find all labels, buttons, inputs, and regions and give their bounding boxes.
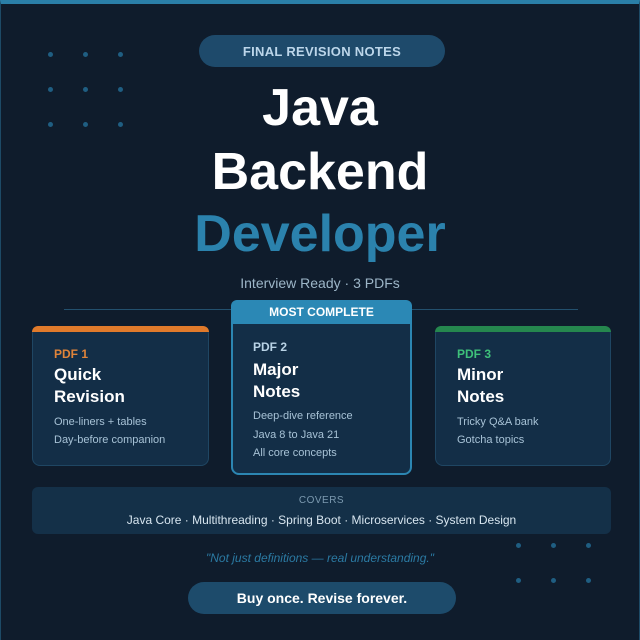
card-accent-bar	[32, 326, 209, 332]
covers-topics: Java Core · Multithreading · Spring Boot…	[126, 513, 517, 527]
card-description-line: All core concepts	[253, 447, 337, 459]
card-description-line: One-liners + tables	[54, 416, 147, 428]
card-description-line: Java 8 to Java 21	[253, 428, 340, 441]
card-title: Quick Revision	[54, 364, 125, 408]
title-line-java: Java	[262, 79, 378, 137]
dot	[516, 578, 521, 583]
subtitle: Interview Ready · 3 PDFs	[240, 275, 400, 291]
card-title: Major Notes	[253, 359, 300, 403]
card-title: Minor Notes	[457, 364, 504, 408]
revision-notes-tag: FINAL REVISION NOTES	[199, 35, 445, 67]
dot	[48, 52, 53, 57]
most-complete-badge: MOST COMPLETE	[231, 300, 412, 324]
card-title-line: Revision	[54, 387, 125, 406]
dot	[551, 578, 556, 583]
dot	[586, 543, 591, 548]
buy-button[interactable]: Buy once. Revise forever.	[188, 582, 456, 614]
card-description: One-liners + tables Day-before companion	[54, 413, 165, 449]
tagline-quote: "Not just definitions — real understandi…	[206, 551, 434, 565]
card-title-line: Quick	[54, 365, 102, 384]
card-pdf-label: PDF 3	[457, 347, 492, 361]
card-title-line: Minor	[457, 365, 504, 384]
card-pdf-1: PDF 1 Quick Revision One-liners + tables…	[32, 326, 209, 466]
card-title-line: Notes	[457, 387, 505, 406]
dot	[118, 52, 123, 57]
card-description: Deep-dive reference Java 8 to Java 21 Al…	[253, 407, 353, 463]
card-description-line: Day-before companion	[54, 434, 166, 446]
dot	[551, 543, 556, 548]
title-line-developer: Developer	[194, 205, 446, 263]
dot	[586, 578, 591, 583]
covers-panel: COVERS Java Core · Multithreading · Spri…	[32, 487, 611, 534]
card-title-line: Major	[253, 360, 299, 379]
card-title-line: Notes	[253, 382, 301, 401]
card-description-line: Gotcha topics	[457, 434, 525, 446]
card-pdf-label: PDF 2	[253, 340, 288, 354]
card-description-line: Deep-dive reference	[253, 410, 353, 422]
card-pdf-2: MOST COMPLETE PDF 2 Major Notes Deep-div…	[231, 300, 412, 475]
card-accent-bar	[435, 326, 611, 332]
card-description: Tricky Q&A bank Gotcha topics	[457, 413, 539, 449]
card-description-line: Tricky Q&A bank	[457, 416, 539, 428]
title-line-backend: Backend	[211, 143, 429, 201]
dot	[516, 543, 521, 548]
card-pdf-label: PDF 1	[54, 347, 89, 361]
dot	[83, 52, 88, 57]
card-pdf-3: PDF 3 Minor Notes Tricky Q&A bank Gotcha…	[435, 326, 611, 466]
covers-label: COVERS	[298, 495, 345, 506]
